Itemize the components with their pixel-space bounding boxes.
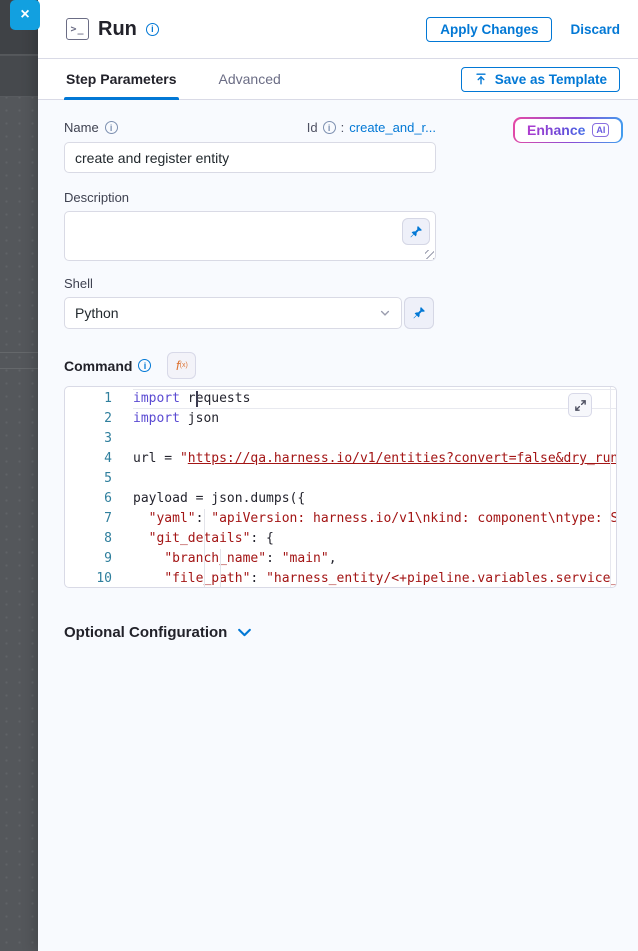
save-as-template-button[interactable]: Save as Template	[461, 67, 620, 92]
tab-step-parameters[interactable]: Step Parameters	[64, 59, 179, 99]
optional-configuration-toggle[interactable]: Optional Configuration	[64, 624, 617, 641]
step-id: Id : create_and_r...	[307, 120, 436, 135]
info-icon[interactable]	[146, 23, 159, 36]
id-value[interactable]: create_and_r...	[349, 120, 436, 135]
drawer-close-button[interactable]: ×	[10, 0, 40, 30]
expression-fx-button[interactable]: f(x)	[167, 352, 196, 379]
code-line[interactable]: "file_path": "harness_entity/<+pipeline.…	[133, 569, 616, 588]
info-icon[interactable]	[105, 121, 118, 134]
screen: × >_ Run Apply Changes Discard Step Para…	[0, 0, 638, 951]
description-field	[64, 211, 436, 261]
description-input[interactable]	[64, 211, 436, 261]
name-label-group: Name	[64, 120, 118, 135]
ai-badge: AI	[592, 123, 609, 137]
code-line[interactable]: payload = json.dumps({	[133, 489, 616, 509]
canvas-toolbar-band	[0, 56, 38, 97]
shell-label: Shell	[64, 276, 617, 291]
id-label: Id	[307, 120, 318, 135]
code-line[interactable]	[133, 429, 616, 449]
tab-advanced[interactable]: Advanced	[217, 59, 283, 99]
code-line[interactable]: "branch_name": "main",	[133, 549, 616, 569]
canvas-divider	[0, 352, 38, 353]
line-number: 2	[65, 409, 112, 429]
drawer-header: >_ Run Apply Changes Discard	[38, 0, 638, 59]
info-icon[interactable]	[138, 359, 151, 372]
line-number: 8	[65, 529, 112, 549]
page-title: Run	[98, 18, 137, 41]
line-number: 7	[65, 509, 112, 529]
code-line[interactable]: import json	[133, 409, 616, 429]
editor-gutter: 12345678910	[65, 389, 133, 588]
name-label: Name	[64, 120, 99, 135]
indent-guide	[220, 549, 221, 588]
description-label: Description	[64, 190, 617, 205]
code-line[interactable]	[133, 469, 616, 489]
editor-fullscreen-button[interactable]	[568, 393, 592, 417]
code-line[interactable]: import requests	[133, 389, 616, 409]
shell-field: Python	[64, 297, 617, 329]
indent-guide	[204, 509, 205, 588]
expand-icon	[574, 399, 587, 412]
editor-code[interactable]: import requestsimport json url = "https:/…	[133, 389, 616, 588]
pin-input-type-button[interactable]	[402, 218, 430, 245]
command-label: Command	[64, 358, 132, 374]
resize-handle[interactable]	[425, 250, 434, 259]
line-number: 5	[65, 469, 112, 489]
name-input[interactable]	[64, 142, 436, 173]
tab-bar: Step Parameters Advanced Save as Templat…	[38, 59, 638, 100]
line-number: 10	[65, 569, 112, 588]
canvas-divider	[0, 368, 38, 369]
line-number: 1	[65, 389, 112, 409]
run-step-icon: >_	[66, 18, 89, 40]
save-as-template-label: Save as Template	[495, 72, 607, 87]
id-separator: :	[341, 120, 345, 135]
name-id-row: Name Id : create_and_r...	[64, 120, 436, 135]
code-line[interactable]: url = "https://qa.harness.io/v1/entities…	[133, 449, 616, 469]
shell-select[interactable]: Python	[64, 297, 402, 329]
text-cursor	[196, 391, 198, 407]
step-parameters-panel: Name Id : create_and_r... Enhance AI Des…	[38, 100, 638, 951]
enhance-ai-button[interactable]: Enhance AI	[513, 117, 623, 143]
enhance-label: Enhance	[527, 122, 585, 138]
scrollbar-track[interactable]	[610, 387, 611, 587]
code-line[interactable]: "git_details": {	[133, 529, 616, 549]
shell-selected-value: Python	[75, 305, 119, 321]
command-code-editor[interactable]: 12345678910 import requestsimport json ur…	[64, 386, 617, 588]
command-header-row: Command f(x)	[64, 352, 617, 379]
line-number: 9	[65, 549, 112, 569]
optional-configuration-label: Optional Configuration	[64, 624, 227, 641]
pipeline-canvas-background	[0, 0, 38, 951]
line-number: 4	[65, 449, 112, 469]
code-line[interactable]: "yaml": "apiVersion: harness.io/v1\nkind…	[133, 509, 616, 529]
line-number: 3	[65, 429, 112, 449]
chevron-down-icon	[379, 307, 391, 319]
step-config-drawer: >_ Run Apply Changes Discard Step Parame…	[38, 0, 638, 951]
info-icon[interactable]	[323, 121, 336, 134]
close-icon: ×	[20, 6, 29, 23]
pin-input-type-button[interactable]	[404, 297, 434, 329]
pin-icon	[412, 306, 426, 320]
chevron-down-icon	[236, 624, 253, 641]
apply-changes-button[interactable]: Apply Changes	[426, 17, 552, 42]
upload-icon	[474, 72, 488, 86]
discard-button[interactable]: Discard	[570, 22, 620, 37]
line-number: 6	[65, 489, 112, 509]
pin-icon	[409, 225, 423, 239]
